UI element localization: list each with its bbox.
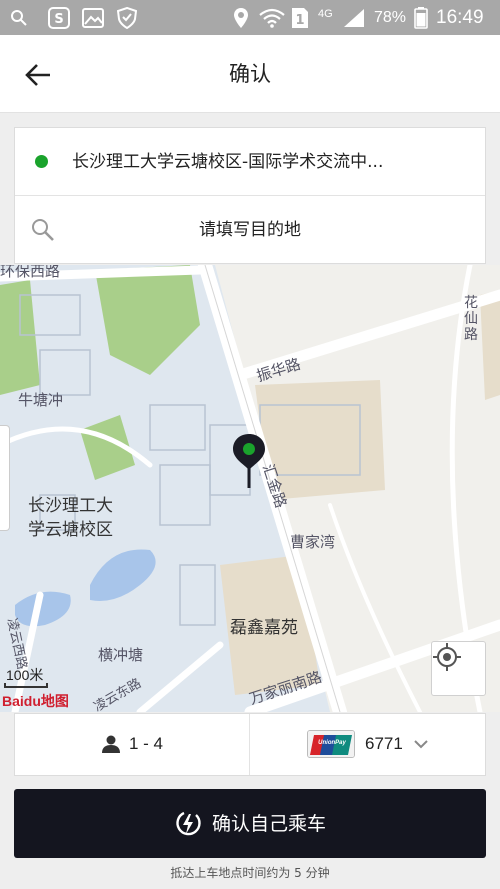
map-scale-bar [4,683,48,688]
map-label-area: 磊鑫嘉苑 [230,618,298,638]
card-last-digits: 6771 [365,734,403,753]
map-label-campus-line1: 长沙理工大 [28,496,113,516]
origin-field[interactable]: 长沙理工大学云塘校区-国际学术交流中... [15,128,485,196]
location-icon [230,7,252,29]
svg-text:S: S [54,12,63,27]
app-s-icon: S [48,7,70,29]
person-icon [101,734,121,754]
map-scale-label: 100米 [6,667,44,683]
payment-selector[interactable]: UnionPay 6771 [251,714,485,775]
pickup-pin-icon[interactable] [231,432,267,490]
top-app-bar: 确认 [0,35,500,113]
arrival-time-note: 抵达上车地点时间约为 5 分钟 [170,866,330,880]
sim-1-icon: 1 [289,7,311,29]
unionpay-card-icon: UnionPay [307,730,355,758]
wifi-icon [258,7,286,29]
battery-percent: 78% [374,9,407,26]
confirm-ride-label: 确认自己乘车 [211,812,326,835]
image-icon [82,7,104,29]
map-label-area: 横冲塘 [98,646,144,664]
origin-address: 长沙理工大学云塘校区-国际学术交流中... [72,152,384,172]
svg-text:UnionPay: UnionPay [318,740,346,746]
shield-icon [116,7,138,29]
map-label-campus-line2: 学云塘校区 [28,520,113,540]
passenger-count: 1 - 4 [129,734,164,753]
route-card: 长沙理工大学云塘校区-国际学术交流中... 请填写目的地 [14,127,486,264]
clock: 16:49 [436,7,484,28]
map-side-drawer-handle[interactable] [0,425,10,531]
locate-target-icon[interactable] [431,641,486,696]
ride-options: 1 - 4 UnionPay 6771 [14,713,486,776]
map-view[interactable]: 环保西路 牛塘冲 振华路 汇金路 长沙理工大 学云塘校区 曹家湾 磊鑫嘉苑 横冲… [0,265,500,712]
status-bar: S 1 4G 78% 16:49 [0,0,500,35]
baidu-map-logo: Baidu地图 [2,693,69,709]
svg-text:1: 1 [295,13,304,28]
destination-field[interactable]: 请填写目的地 [15,196,485,263]
map-label-road: 环保西路 [0,265,61,280]
page-title: 确认 [229,62,271,86]
network-type: 4G [318,8,333,20]
map-label-area: 曹家湾 [290,533,336,551]
passenger-count-selector[interactable]: 1 - 4 [15,714,250,775]
search-icon [8,7,30,29]
map-label-area: 牛塘冲 [18,391,64,409]
map-label-road: 花仙路 [464,295,478,343]
chevron-down-icon [413,736,429,752]
battery-icon [410,7,432,29]
destination-placeholder: 请填写目的地 [199,220,301,240]
origin-dot-icon [35,155,48,168]
confirm-ride-button[interactable]: 确认自己乘车 [14,789,486,858]
signal-icon [343,7,365,29]
lightning-icon [174,810,202,838]
